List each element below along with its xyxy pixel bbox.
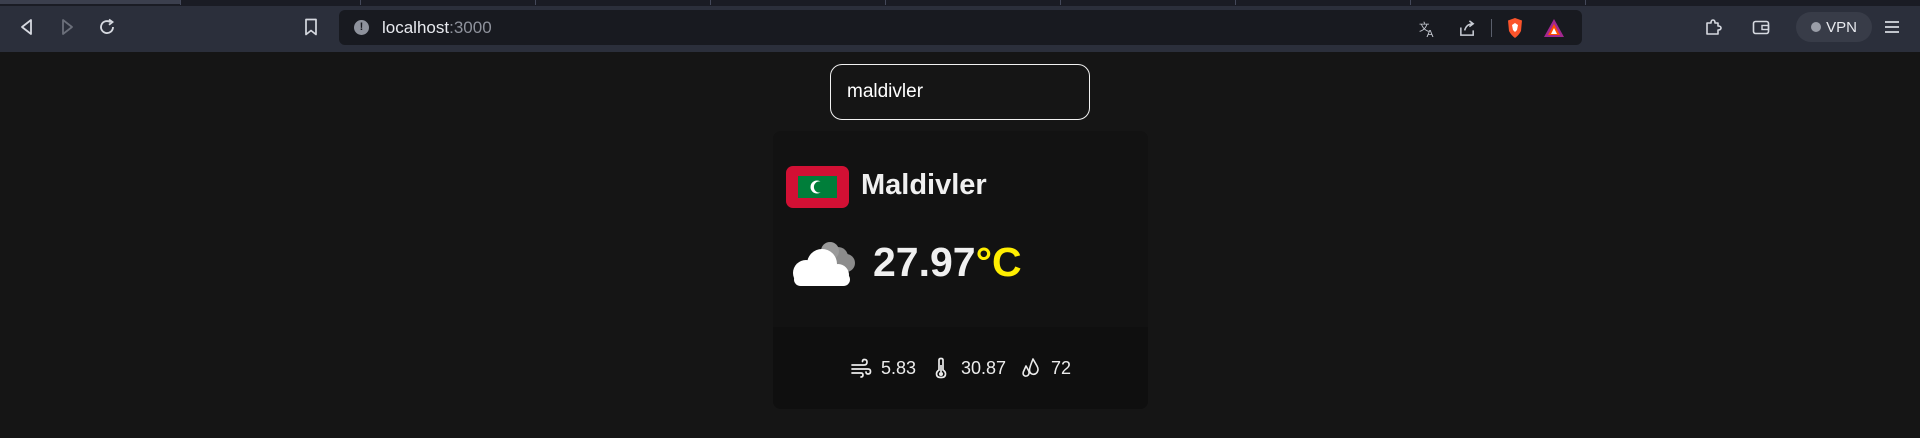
bookmark-button[interactable]	[296, 12, 326, 42]
thermometer-icon	[935, 357, 947, 379]
wallet-button[interactable]	[1746, 12, 1776, 42]
bookmark-icon	[305, 18, 317, 36]
tab-divider	[710, 0, 711, 5]
tab-divider	[535, 0, 536, 5]
menu-button[interactable]	[1877, 12, 1907, 42]
reload-icon	[100, 18, 114, 34]
tab-divider	[1060, 0, 1061, 5]
address-divider	[1491, 19, 1492, 37]
url-text[interactable]: localhost:3000	[382, 18, 492, 38]
vpn-label: VPN	[1826, 18, 1857, 36]
share-icon[interactable]	[1456, 17, 1478, 39]
site-info-icon[interactable]: !	[354, 20, 369, 35]
url-port: :3000	[449, 18, 492, 37]
humidity-stat: 72	[1020, 357, 1071, 379]
tab-divider	[1235, 0, 1236, 5]
weather-card: Maldivler 27.97°C 5.83 30.87 72	[773, 131, 1148, 409]
country-search-input[interactable]	[830, 64, 1090, 120]
temperature-value: 27.97	[873, 239, 976, 285]
reload-button[interactable]	[92, 12, 122, 42]
maldives-flag-icon	[786, 166, 849, 208]
droplets-icon	[1022, 358, 1039, 377]
humidity-value: 72	[1051, 357, 1072, 378]
hamburger-menu-icon	[1885, 21, 1899, 33]
feels-like-stat: 30.87	[930, 357, 1006, 379]
vpn-status-icon	[1811, 22, 1822, 32]
vpn-button[interactable]: VPN	[1796, 12, 1872, 42]
svg-text:A: A	[1426, 29, 1433, 38]
wallet-icon	[1752, 20, 1770, 35]
browser-toolbar: ! localhost:3000 文A VPN	[0, 0, 1920, 52]
brave-shields-icon[interactable]	[1504, 17, 1526, 39]
puzzle-icon	[1706, 19, 1722, 35]
back-button[interactable]	[12, 12, 42, 42]
forward-button[interactable]	[52, 12, 82, 42]
crescent-icon	[810, 180, 826, 194]
url-host: localhost	[382, 18, 450, 37]
translate-icon[interactable]: 文A	[1416, 17, 1438, 39]
weather-stats: 5.83 30.87 72	[773, 357, 1148, 379]
back-arrow-icon	[21, 19, 32, 35]
tab-divider	[180, 0, 181, 5]
temperature-display: 27.97°C	[873, 239, 1022, 286]
address-bar[interactable]: ! localhost:3000 文A	[339, 10, 1582, 45]
tab-divider	[1410, 0, 1411, 5]
wind-stat: 5.83	[850, 357, 916, 379]
brave-rewards-icon[interactable]	[1543, 17, 1565, 39]
temperature-unit: °C	[975, 239, 1022, 285]
wind-value: 5.83	[880, 357, 916, 378]
flag-green-field	[798, 176, 837, 198]
forward-arrow-icon	[62, 19, 73, 35]
feels-like-value: 30.87	[960, 357, 1007, 378]
cloud-icon	[793, 242, 855, 286]
tab-divider	[885, 0, 886, 5]
tab-divider	[360, 0, 361, 5]
tab-divider	[1585, 0, 1586, 5]
country-name: Maldivler	[861, 169, 987, 201]
wind-icon	[851, 358, 872, 378]
extensions-button[interactable]	[1698, 12, 1728, 42]
tab-strip	[0, 0, 1920, 6]
tab-active[interactable]	[0, 0, 180, 4]
